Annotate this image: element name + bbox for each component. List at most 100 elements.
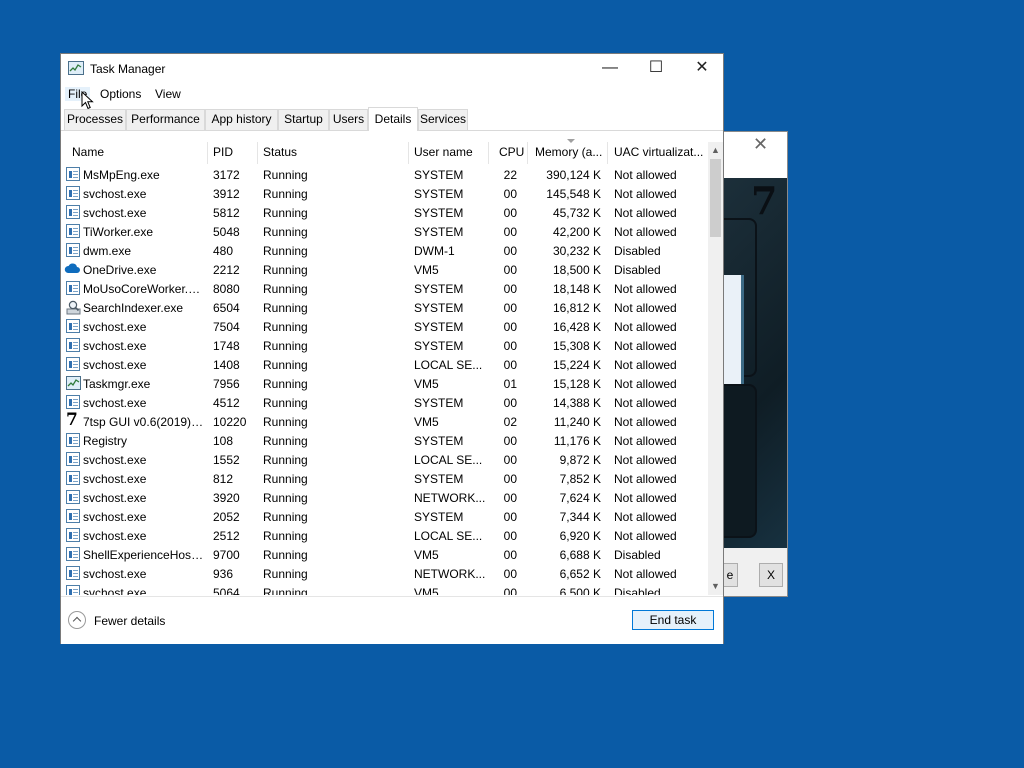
scroll-down-arrow-icon[interactable]: ▼ [708,578,723,595]
table-row[interactable]: svchost.exe 1408 Running LOCAL SE... 00 15,22… [61,355,706,374]
table-row[interactable]: svchost.exe 1748 Running SYSTEM 00 15,308 K No… [61,336,706,355]
process-memory: 7,624 K [559,491,601,505]
minimize-button[interactable]: — [587,54,633,84]
column-divider[interactable] [408,142,409,164]
process-memory: 7,852 K [559,472,601,486]
process-name: svchost.exe [83,339,147,353]
table-row[interactable]: svchost.exe 7504 Running SYSTEM 00 16,428 K No… [61,317,706,336]
tab-details[interactable]: Details [368,107,418,131]
table-row[interactable]: svchost.exe 5064 Running VM5 00 6,500 K Disabl… [61,583,706,595]
window-icon [66,167,80,181]
table-row[interactable]: svchost.exe 2512 Running LOCAL SE... 00 6,920… [61,526,706,545]
theme-preview-card-2[interactable] [723,384,757,538]
process-cpu: 00 [503,586,517,595]
menu-view[interactable]: View [152,87,184,101]
menu-options[interactable]: Options [97,87,144,101]
table-row[interactable]: svchost.exe 3920 Running NETWORK... 00 7,624 … [61,488,706,507]
table-row[interactable]: SearchIndexer.exe 6504 Running SYSTEM 00 16,8… [61,298,706,317]
column-header-user-name[interactable]: User name [414,145,473,159]
end-task-button[interactable]: End task [632,610,714,630]
process-status: Running [263,320,308,334]
process-cpu: 00 [503,225,517,239]
table-row[interactable]: OneDrive.exe 2212 Running VM5 00 18,500 K Disa… [61,260,706,279]
maximize-button[interactable]: ☐ [633,54,679,84]
background-7tsp-window[interactable]: ✕ 7 e X [722,131,788,597]
tab-startup[interactable]: Startup [278,109,329,130]
table-row[interactable]: svchost.exe 3912 Running SYSTEM 00 145,548 K N… [61,184,706,203]
table-row[interactable]: svchost.exe 936 Running NETWORK... 00 6,652 K… [61,564,706,583]
table-row[interactable]: svchost.exe 812 Running SYSTEM 00 7,852 K Not … [61,469,706,488]
process-name: ShellExperienceHost.... [83,548,204,562]
tab-app-history[interactable]: App history [205,109,278,130]
theme-preview-card[interactable] [723,218,757,403]
background-window-x-button[interactable]: X [759,563,783,587]
table-row[interactable]: Registry 108 Running SYSTEM 00 11,176 K Not al… [61,431,706,450]
table-row[interactable]: MsMpEng.exe 3172 Running SYSTEM 22 390,124 K N… [61,165,706,184]
window-icon [66,281,80,295]
title-bar[interactable]: Task Manager — ☐ ✕ [61,54,723,84]
process-memory: 15,308 K [552,339,601,353]
process-cpu: 00 [503,510,517,524]
window-icon [66,471,80,485]
table-row[interactable]: svchost.exe 5812 Running SYSTEM 00 45,732 K No… [61,203,706,222]
column-header-cpu[interactable]: CPU [499,145,524,159]
column-header-pid[interactable]: PID [213,145,233,159]
table-row[interactable]: dwm.exe 480 Running DWM-1 00 30,232 K Disabled [61,241,706,260]
process-pid: 5064 [213,586,240,595]
process-status: Running [263,244,308,258]
process-name: TiWorker.exe [83,225,154,239]
close-button[interactable]: ✕ [679,54,725,84]
column-divider[interactable] [207,142,208,164]
process-cpu: 00 [503,453,517,467]
column-header-memory[interactable]: Memory (a... [535,145,602,159]
tab-users[interactable]: Users [329,109,368,130]
window-icon [66,357,80,371]
background-window-action-button[interactable]: e [723,563,738,587]
window-icon [66,528,80,542]
table-row[interactable]: 7 7tsp GUI v0.6(2019).e... 10220 Running VM5… [61,412,706,431]
window-icon [66,433,80,447]
process-status: Running [263,472,308,486]
tab-services[interactable]: Services [418,109,468,130]
process-user-name: VM5 [414,548,439,562]
process-name: svchost.exe [83,320,147,334]
process-pid: 3912 [213,187,240,201]
background-window-close-button[interactable]: ✕ [753,134,768,155]
process-status: Running [263,453,308,467]
process-user-name: NETWORK... [414,567,486,581]
seven-tsp-icon: 7 [66,410,78,430]
table-row[interactable]: svchost.exe 1552 Running LOCAL SE... 00 9,872… [61,450,706,469]
table-row[interactable]: TiWorker.exe 5048 Running SYSTEM 00 42,200 K N… [61,222,706,241]
scroll-up-arrow-icon[interactable]: ▲ [708,142,723,159]
window-icon [66,243,80,257]
process-user-name: SYSTEM [414,434,464,448]
process-memory: 6,500 K [559,586,601,595]
process-memory: 9,872 K [559,453,601,467]
column-header-uac-virtualization[interactable]: UAC virtualizat... [614,145,703,159]
table-row[interactable]: Taskmgr.exe 7956 Running VM5 01 15,128 K Not a… [61,374,706,393]
process-user-name: VM5 [414,377,439,391]
column-divider[interactable] [607,142,608,164]
process-cpu: 00 [503,301,517,315]
table-row[interactable]: svchost.exe 4512 Running SYSTEM 00 14,388 K No… [61,393,706,412]
column-divider[interactable] [257,142,258,164]
process-memory: 15,128 K [552,377,601,391]
window-icon [66,585,80,595]
table-row[interactable]: svchost.exe 2052 Running SYSTEM 00 7,344 K Not… [61,507,706,526]
scrollbar-thumb[interactable] [710,159,721,237]
column-divider[interactable] [488,142,489,164]
table-row[interactable]: MoUsoCoreWorker.e... 8080 Running SYSTEM 00 1… [61,279,706,298]
tab-performance[interactable]: Performance [126,109,205,130]
column-header-status[interactable]: Status [263,145,297,159]
vertical-scrollbar[interactable]: ▲ ▼ [708,142,723,595]
tab-processes[interactable]: Processes [64,109,126,130]
fewer-details-link[interactable]: Fewer details [94,614,165,628]
process-pid: 4512 [213,396,240,410]
table-row[interactable]: ShellExperienceHost.... 9700 Running VM5 00 6… [61,545,706,564]
column-header-name[interactable]: Name [72,145,104,159]
process-cpu: 00 [503,244,517,258]
process-cpu: 00 [503,434,517,448]
process-memory: 6,920 K [559,529,601,543]
chevron-up-circle-icon[interactable] [68,611,86,629]
column-divider[interactable] [527,142,528,164]
